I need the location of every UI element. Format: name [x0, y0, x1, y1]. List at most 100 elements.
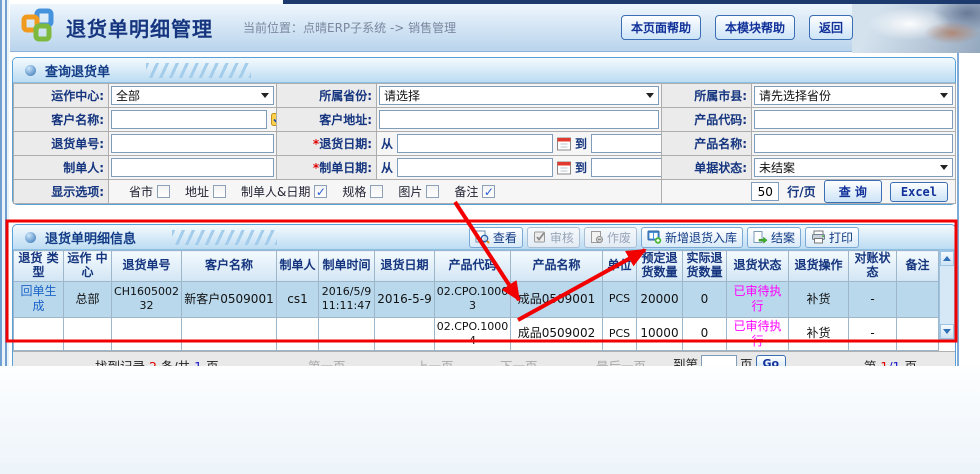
query-section-title: 查询退货单 — [45, 61, 110, 80]
table-cell: CH160500232 — [112, 281, 182, 317]
from-label: 从 — [379, 159, 395, 176]
table-cell — [375, 317, 435, 350]
checkbox-icon[interactable] — [426, 185, 439, 198]
rows-per-page-input[interactable] — [751, 182, 779, 201]
table-cell — [897, 281, 939, 317]
table-cell: 总部 — [64, 281, 112, 317]
checkbox-icon[interactable] — [157, 185, 170, 198]
close-case-button[interactable]: 结案 — [747, 227, 801, 248]
column-header: 产品名称 — [511, 251, 603, 282]
return-type-link[interactable]: 回单生成 — [14, 281, 64, 317]
customer-name-label: 客户名称: — [14, 108, 109, 132]
table-cell: 2016/5/9 11:11:47 — [319, 281, 375, 317]
checkbox-icon[interactable] — [213, 185, 226, 198]
table-cell: 成品0509002 — [511, 317, 603, 350]
option-image[interactable]: 图片 — [398, 183, 439, 200]
return-date-from-input[interactable] — [397, 134, 553, 153]
return-date-to-input[interactable] — [591, 134, 661, 153]
checkbox-icon[interactable] — [482, 185, 495, 198]
bullet-icon — [25, 65, 36, 76]
return-status-cell: 已审待执行 — [727, 317, 789, 350]
back-button[interactable]: 返回 — [809, 15, 853, 40]
page: 退货单明细管理 当前位置：点晴ERP子系统 -> 销售管理 本页面帮助 本模块帮… — [0, 0, 980, 474]
calendar-icon[interactable] — [557, 137, 571, 151]
product-code-input[interactable] — [754, 110, 953, 129]
handshake-photo — [852, 0, 980, 53]
app-logo-icon — [20, 8, 56, 47]
doc-status-label: 单据状态: — [662, 156, 752, 180]
search-button[interactable]: 查 询 — [824, 180, 882, 203]
province-select[interactable]: 请选择 — [379, 86, 659, 105]
print-icon — [811, 230, 826, 244]
operation-center-select[interactable]: 全部 — [111, 86, 274, 105]
excel-button[interactable]: Excel — [890, 182, 948, 202]
table-cell: - — [849, 317, 897, 350]
query-form: 运作中心: 全部 所属省份: 请选择 所属市县: 请先选择省份 客户名称: — [13, 83, 956, 204]
scroll-up-button[interactable] — [940, 251, 954, 266]
print-button[interactable]: 打印 — [805, 227, 859, 248]
table-scrollbar[interactable] — [939, 250, 955, 340]
column-header: 实际退 货数量 — [683, 251, 727, 282]
return-date-label: *退货日期: — [277, 132, 377, 156]
column-header: 退货操作 — [789, 251, 849, 282]
column-header: 制单人 — [277, 251, 319, 282]
make-date-label: *制单日期: — [277, 156, 377, 180]
audit-button: 审核 — [527, 227, 580, 248]
page-help-button[interactable]: 本页面帮助 — [621, 15, 701, 40]
customer-address-input[interactable] — [379, 110, 659, 129]
column-header: 退货日期 — [375, 251, 435, 282]
close-case-icon — [753, 230, 768, 244]
option-province-city[interactable]: 省市 — [129, 183, 170, 200]
make-date-from-input[interactable] — [397, 158, 553, 177]
option-maker-date[interactable]: 制单人&日期 — [241, 183, 327, 200]
table-cell: 20000 — [637, 281, 683, 317]
column-header: 备注 — [897, 251, 939, 282]
make-date-to-input[interactable] — [591, 158, 661, 177]
table-cell — [14, 317, 64, 350]
void-icon — [590, 230, 604, 244]
page-title: 退货单明细管理 — [66, 13, 213, 42]
table-cell — [112, 317, 182, 350]
module-help-button[interactable]: 本模块帮助 — [715, 15, 795, 40]
return-no-label: 退货单号: — [14, 132, 109, 156]
customer-name-input[interactable] — [111, 110, 267, 129]
option-address[interactable]: 地址 — [185, 183, 226, 200]
query-section-header: 查询退货单 — [13, 58, 955, 83]
return-no-input[interactable] — [111, 134, 274, 153]
header-row: 退货 类型 运作 中心 退货单号 客户名称 制单人 制单时间 退货日期 产品代码… — [14, 251, 939, 282]
operation-center-label: 运作中心: — [14, 84, 109, 108]
add-icon — [647, 230, 662, 244]
doc-status-select[interactable]: 未结案 — [754, 158, 953, 177]
breadcrumb: 当前位置：点晴ERP子系统 -> 销售管理 — [243, 19, 456, 36]
table-cell: 补货 — [789, 317, 849, 350]
city-label: 所属市县: — [662, 84, 752, 108]
from-label: 从 — [379, 135, 395, 152]
maker-input[interactable] — [111, 158, 274, 177]
checkbox-icon[interactable] — [370, 185, 383, 198]
table-cell: 10000 — [637, 317, 683, 350]
to-label: 到 — [573, 159, 589, 176]
maker-label: 制单人: — [14, 156, 109, 180]
add-return-storage-button[interactable]: 新增退货入库 — [641, 227, 743, 248]
customer-address-label: 客户地址: — [277, 108, 377, 132]
column-header: 制单时间 — [319, 251, 375, 282]
checkbox-icon[interactable] — [314, 185, 327, 198]
detail-table-wrap: 退货 类型 运作 中心 退货单号 客户名称 制单人 制单时间 退货日期 产品代码… — [13, 250, 955, 351]
calendar-icon[interactable] — [557, 161, 571, 175]
customer-lookup-icon[interactable] — [271, 113, 277, 126]
column-header: 退货状态 — [727, 251, 789, 282]
option-spec[interactable]: 规格 — [342, 183, 383, 200]
product-name-input[interactable] — [754, 134, 953, 153]
column-header: 退货单号 — [112, 251, 182, 282]
column-header: 客户名称 — [182, 251, 277, 282]
column-header: 运作 中心 — [64, 251, 112, 282]
scroll-down-button[interactable] — [940, 324, 954, 339]
product-name-label: 产品名称: — [662, 132, 752, 156]
view-button[interactable]: 查看 — [469, 227, 523, 248]
city-select[interactable]: 请先选择省份 — [754, 86, 953, 105]
chevron-down-icon — [940, 165, 948, 170]
table-cell: 补货 — [789, 281, 849, 317]
option-remark[interactable]: 备注 — [454, 183, 495, 200]
header-buttons: 本页面帮助 本模块帮助 返回 — [621, 15, 853, 40]
table-cell: PCS — [603, 317, 637, 350]
